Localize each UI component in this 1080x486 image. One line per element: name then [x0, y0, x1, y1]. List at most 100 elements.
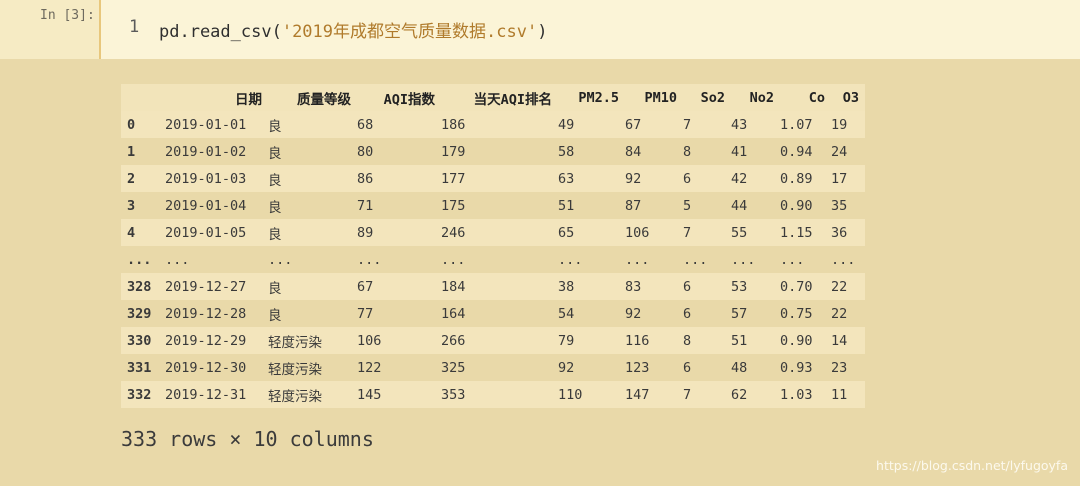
table-cell: 0.75 — [780, 300, 831, 327]
watermark: https://blog.csdn.net/lyfugoyfa — [876, 458, 1068, 473]
table-cell: 65 — [558, 219, 625, 246]
table-row: ................................. — [121, 246, 865, 273]
table-cell: 92 — [558, 354, 625, 381]
input-cell[interactable]: In [3]: 1 pd.read_csv('2019年成都空气质量数据.csv… — [0, 0, 1080, 59]
table-cell: 19 — [831, 111, 865, 138]
table-cell: 49 — [558, 111, 625, 138]
row-index: 331 — [121, 354, 165, 381]
row-index: 4 — [121, 219, 165, 246]
table-cell: 67 — [625, 111, 683, 138]
table-cell: 92 — [625, 165, 683, 192]
table-cell: 44 — [731, 192, 780, 219]
row-index: 332 — [121, 381, 165, 408]
table-cell: 轻度污染 — [268, 381, 357, 408]
table-cell: 良 — [268, 111, 357, 138]
table-cell: 22 — [831, 300, 865, 327]
table-row: 3 2019-01-04 良 71 175 51 87 5 44 0.90 35 — [121, 192, 865, 219]
row-index: 2 — [121, 165, 165, 192]
table-cell: 良 — [268, 219, 357, 246]
column-header: O3 — [831, 84, 865, 111]
table-cell: 36 — [831, 219, 865, 246]
table-cell: ... — [831, 246, 865, 273]
row-index: 0 — [121, 111, 165, 138]
table-cell: 6 — [683, 300, 731, 327]
table-cell: ... — [731, 246, 780, 273]
code-line[interactable]: pd.read_csv('2019年成都空气质量数据.csv') — [159, 17, 547, 42]
table-cell: 2019-12-31 — [165, 381, 268, 408]
table-cell: 2019-01-05 — [165, 219, 268, 246]
code-close-paren: ) — [537, 22, 548, 42]
table-cell: 68 — [357, 111, 441, 138]
table-cell: 0.70 — [780, 273, 831, 300]
table-cell: 353 — [441, 381, 558, 408]
table-cell: 2019-12-30 — [165, 354, 268, 381]
table-cell: 41 — [731, 138, 780, 165]
table-cell: 8 — [683, 138, 731, 165]
table-cell: 2019-12-28 — [165, 300, 268, 327]
table-cell: 1.03 — [780, 381, 831, 408]
table-cell: 良 — [268, 165, 357, 192]
dataframe-table: 日期 质量等级 AQI指数 当天AQI排名 PM2.5 PM10 So2 No2 Co O3 0 2… — [121, 84, 865, 408]
output-area: 日期 质量等级 AQI指数 当天AQI排名 PM2.5 PM10 So2 No2 Co O3 0 2… — [121, 84, 865, 408]
table-row: 329 2019-12-28 良 77 164 54 92 6 57 0.75 22 — [121, 300, 865, 327]
table-cell: 良 — [268, 273, 357, 300]
table-cell: 23 — [831, 354, 865, 381]
table-cell: 177 — [441, 165, 558, 192]
table-cell: 58 — [558, 138, 625, 165]
table-row: 2 2019-01-03 良 86 177 63 92 6 42 0.89 17 — [121, 165, 865, 192]
table-row: 331 2019-12-30 轻度污染 122 325 92 123 6 48 0.93 23 — [121, 354, 865, 381]
code-editor[interactable]: 1 pd.read_csv('2019年成都空气质量数据.csv') — [99, 0, 1080, 59]
table-cell: 0.89 — [780, 165, 831, 192]
table-header-row: 日期 质量等级 AQI指数 当天AQI排名 PM2.5 PM10 So2 No2 Co O3 — [121, 84, 865, 111]
table-cell: 116 — [625, 327, 683, 354]
table-cell: ... — [165, 246, 268, 273]
column-header: 日期 — [165, 84, 268, 111]
row-index: 1 — [121, 138, 165, 165]
table-cell: 6 — [683, 273, 731, 300]
table-cell: 6 — [683, 165, 731, 192]
table-cell: 92 — [625, 300, 683, 327]
table-cell: 43 — [731, 111, 780, 138]
table-cell: 6 — [683, 354, 731, 381]
table-cell: 0.93 — [780, 354, 831, 381]
table-cell: 147 — [625, 381, 683, 408]
table-cell: 38 — [558, 273, 625, 300]
table-cell: 80 — [357, 138, 441, 165]
table-cell: 325 — [441, 354, 558, 381]
table-cell: 0.94 — [780, 138, 831, 165]
column-header: PM10 — [625, 84, 683, 111]
table-cell: 14 — [831, 327, 865, 354]
table-cell: 48 — [731, 354, 780, 381]
table-cell: 24 — [831, 138, 865, 165]
column-header: Co — [780, 84, 831, 111]
table-cell: 179 — [441, 138, 558, 165]
row-index: 3 — [121, 192, 165, 219]
table-cell: 106 — [625, 219, 683, 246]
table-cell: 164 — [441, 300, 558, 327]
row-index: 329 — [121, 300, 165, 327]
table-cell: ... — [780, 246, 831, 273]
table-cell: ... — [625, 246, 683, 273]
table-cell: 42 — [731, 165, 780, 192]
table-cell: 5 — [683, 192, 731, 219]
table-row: 4 2019-01-05 良 89 246 65 106 7 55 1.15 36 — [121, 219, 865, 246]
column-header: 当天AQI排名 — [441, 84, 558, 111]
table-cell: 良 — [268, 192, 357, 219]
table-cell: 123 — [625, 354, 683, 381]
table-cell: 106 — [357, 327, 441, 354]
table-cell: 57 — [731, 300, 780, 327]
table-cell: 轻度污染 — [268, 354, 357, 381]
table-cell: 7 — [683, 219, 731, 246]
table-row: 0 2019-01-01 良 68 186 49 67 7 43 1.07 19 — [121, 111, 865, 138]
table-cell: 77 — [357, 300, 441, 327]
table-cell: 1.07 — [780, 111, 831, 138]
table-cell: 0.90 — [780, 192, 831, 219]
table-cell: 7 — [683, 381, 731, 408]
table-row: 328 2019-12-27 良 67 184 38 83 6 53 0.70 22 — [121, 273, 865, 300]
table-cell: 62 — [731, 381, 780, 408]
table-cell: 17 — [831, 165, 865, 192]
table-cell: ... — [683, 246, 731, 273]
dataframe-shape: 333 rows × 10 columns — [121, 427, 374, 451]
table-cell: 110 — [558, 381, 625, 408]
table-cell: 54 — [558, 300, 625, 327]
